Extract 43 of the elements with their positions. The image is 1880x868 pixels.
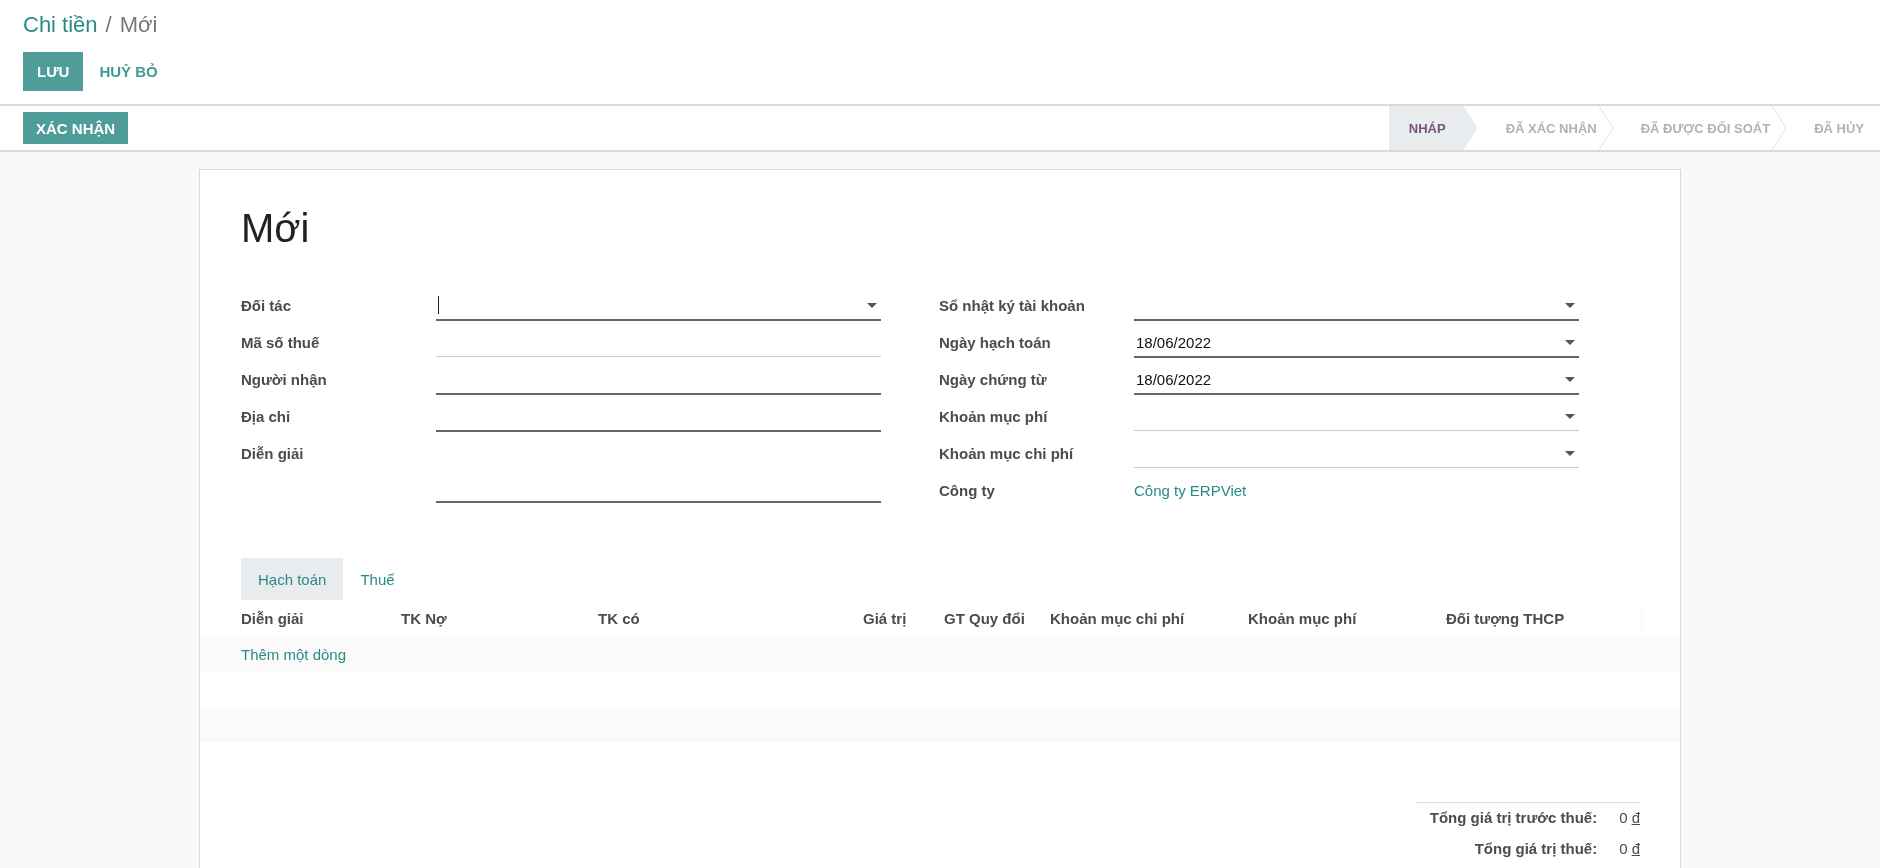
column-header[interactable]: Diễn giải [241,610,401,627]
status-step[interactable]: NHÁP [1388,106,1478,150]
field-label: Khoản mục phí [939,407,1049,425]
caret-icon [1565,340,1575,345]
field-label: Người nhận [241,370,328,388]
column-header[interactable]: Đối tượng THCP [1446,610,1641,627]
column-header[interactable]: TK Nợ [401,610,598,627]
column-header[interactable]: TK có [598,610,863,627]
confirm-button[interactable]: XÁC NHẬN [23,112,129,144]
column-header[interactable]: Khoản mục phí [1248,610,1446,627]
breadcrumb-current: Mới [119,12,158,38]
field-label: Diễn giải [241,444,305,462]
caret-icon [1565,303,1575,308]
field-label: Địa chỉ [241,407,292,425]
record-title: Mới [241,206,311,251]
field-label: Khoản mục chi phí [939,444,1075,462]
discard-button[interactable]: HUỶ BỎ [85,52,172,91]
field-label: Sổ nhật ký tài khoản [939,296,1086,314]
add-line-link[interactable]: Thêm một dòng [241,646,347,663]
caret-icon [1565,414,1575,419]
dropdown-field[interactable]: 18/06/2022 [1134,328,1579,358]
total-label: Tổng giá trị thuế: [1473,840,1598,857]
column-header[interactable]: GT Quy đổi [944,610,1050,627]
dropdown-field[interactable]: 18/06/2022 [1134,365,1579,395]
company-link[interactable]: Công ty ERPViet [1134,476,1247,499]
total-amount: 0 đ [1619,840,1640,857]
save-button[interactable]: LƯU [23,52,84,91]
field-label: Ngày chứng từ [939,370,1048,388]
caret-icon [1565,451,1575,456]
field-label: Ngày hạch toán [939,333,1052,351]
total-label: Tổng giá trị trước thuế: [1429,809,1598,826]
field-label: Công ty [939,481,996,499]
column-header[interactable]: Khoản mục chi phí [1050,610,1248,627]
notebook-tab[interactable]: Hạch toán [241,558,344,600]
column-header[interactable]: Giá trị [863,610,944,627]
notebook-tab[interactable]: Thuế [343,558,412,600]
caret-icon [867,303,877,308]
caret-icon [1565,377,1575,382]
breadcrumb-link[interactable]: Chi tiền [23,12,98,38]
field-label: Mã số thuế [241,333,321,351]
field-label: Đối tác [241,296,292,314]
breadcrumb-separator: / [105,12,112,38]
total-amount: 0 đ [1619,809,1640,826]
